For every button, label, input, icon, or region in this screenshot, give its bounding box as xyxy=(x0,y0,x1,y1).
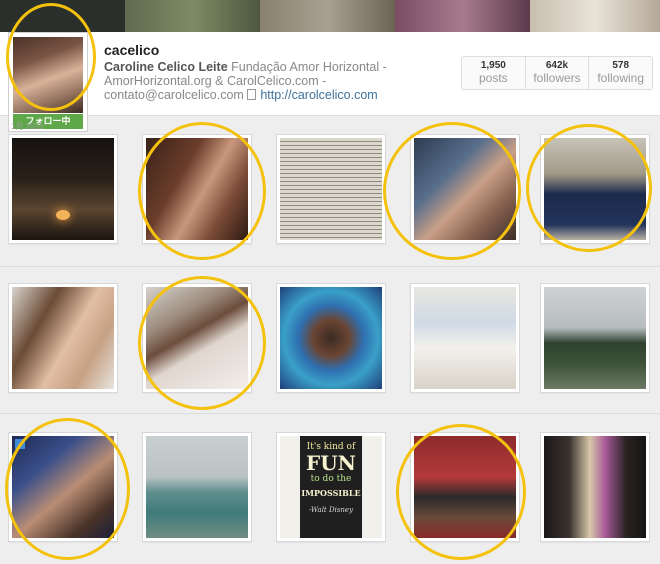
post-image xyxy=(12,436,114,538)
profile-link[interactable]: http://carolcelico.com xyxy=(260,88,377,102)
post-couple-smiling[interactable] xyxy=(410,134,520,244)
avatar[interactable]: フォロー中 xyxy=(8,32,88,132)
quote-signature: -Walt Disney xyxy=(308,506,354,514)
profile-bio: Caroline Celico Leite Fundação Amor Hori… xyxy=(104,60,434,102)
video-icon xyxy=(15,439,25,449)
post-couple-selfie[interactable] xyxy=(142,134,252,244)
post-bible-page[interactable] xyxy=(276,134,386,244)
quote-line-4: IMPOSSIBLE xyxy=(301,488,361,498)
post-restaurant-night[interactable] xyxy=(8,134,118,244)
stats-bar: 1,950 posts 642k followers 578 following xyxy=(461,56,653,90)
quote-line-3: to do the xyxy=(310,474,352,484)
profile-header: フォロー中 cacelico Caroline Celico Leite Fun… xyxy=(0,32,660,132)
post-palm-beach[interactable] xyxy=(540,283,650,393)
post-party-friends[interactable] xyxy=(540,432,650,542)
post-tea-cups[interactable] xyxy=(410,283,520,393)
stat-following[interactable]: 578 following xyxy=(589,57,652,89)
post-image xyxy=(12,287,114,389)
username: cacelico xyxy=(104,42,160,58)
post-image xyxy=(12,138,114,240)
row-divider xyxy=(0,266,660,267)
post-disney-quote[interactable]: It's kind of FUN to do the IMPOSSIBLE -W… xyxy=(276,432,386,542)
post-image: It's kind of FUN to do the IMPOSSIBLE -W… xyxy=(280,436,382,538)
post-image xyxy=(414,138,516,240)
stat-followers-label: followers xyxy=(533,71,581,85)
post-image xyxy=(544,138,646,240)
cover-strip xyxy=(0,0,660,32)
stat-following-label: following xyxy=(597,71,645,85)
avatar-photo xyxy=(13,37,83,113)
stat-posts[interactable]: 1,950 posts xyxy=(462,57,526,89)
post-mickey-family[interactable] xyxy=(410,432,520,542)
link-icon xyxy=(247,89,257,100)
post-image xyxy=(414,436,516,538)
post-portrait[interactable] xyxy=(8,283,118,393)
post-image xyxy=(280,287,382,389)
post-bags-shoes[interactable] xyxy=(540,134,650,244)
stat-following-value: 578 xyxy=(612,60,630,71)
post-image xyxy=(146,138,248,240)
post-sea-view[interactable] xyxy=(142,432,252,542)
post-image xyxy=(544,287,646,389)
stat-followers[interactable]: 642k followers xyxy=(526,57,590,89)
post-image xyxy=(414,287,516,389)
post-image xyxy=(146,436,248,538)
row-divider xyxy=(0,413,660,414)
full-name: Caroline Celico Leite xyxy=(104,60,228,74)
quote-line-2: FUN xyxy=(306,451,356,475)
post-kids-circle[interactable] xyxy=(276,283,386,393)
post-father-daughter-book[interactable] xyxy=(142,283,252,393)
stat-followers-value: 642k xyxy=(545,60,569,71)
date-label: 1月 2015 xyxy=(11,122,44,131)
post-couple-lying[interactable] xyxy=(8,432,118,542)
stat-posts-label: posts xyxy=(478,71,508,85)
stat-posts-value: 1,950 xyxy=(480,60,506,71)
post-image xyxy=(146,287,248,389)
lamp-glow xyxy=(56,210,70,220)
post-image xyxy=(280,138,382,240)
quote-card: It's kind of FUN to do the IMPOSSIBLE -W… xyxy=(300,436,362,538)
post-image xyxy=(544,436,646,538)
